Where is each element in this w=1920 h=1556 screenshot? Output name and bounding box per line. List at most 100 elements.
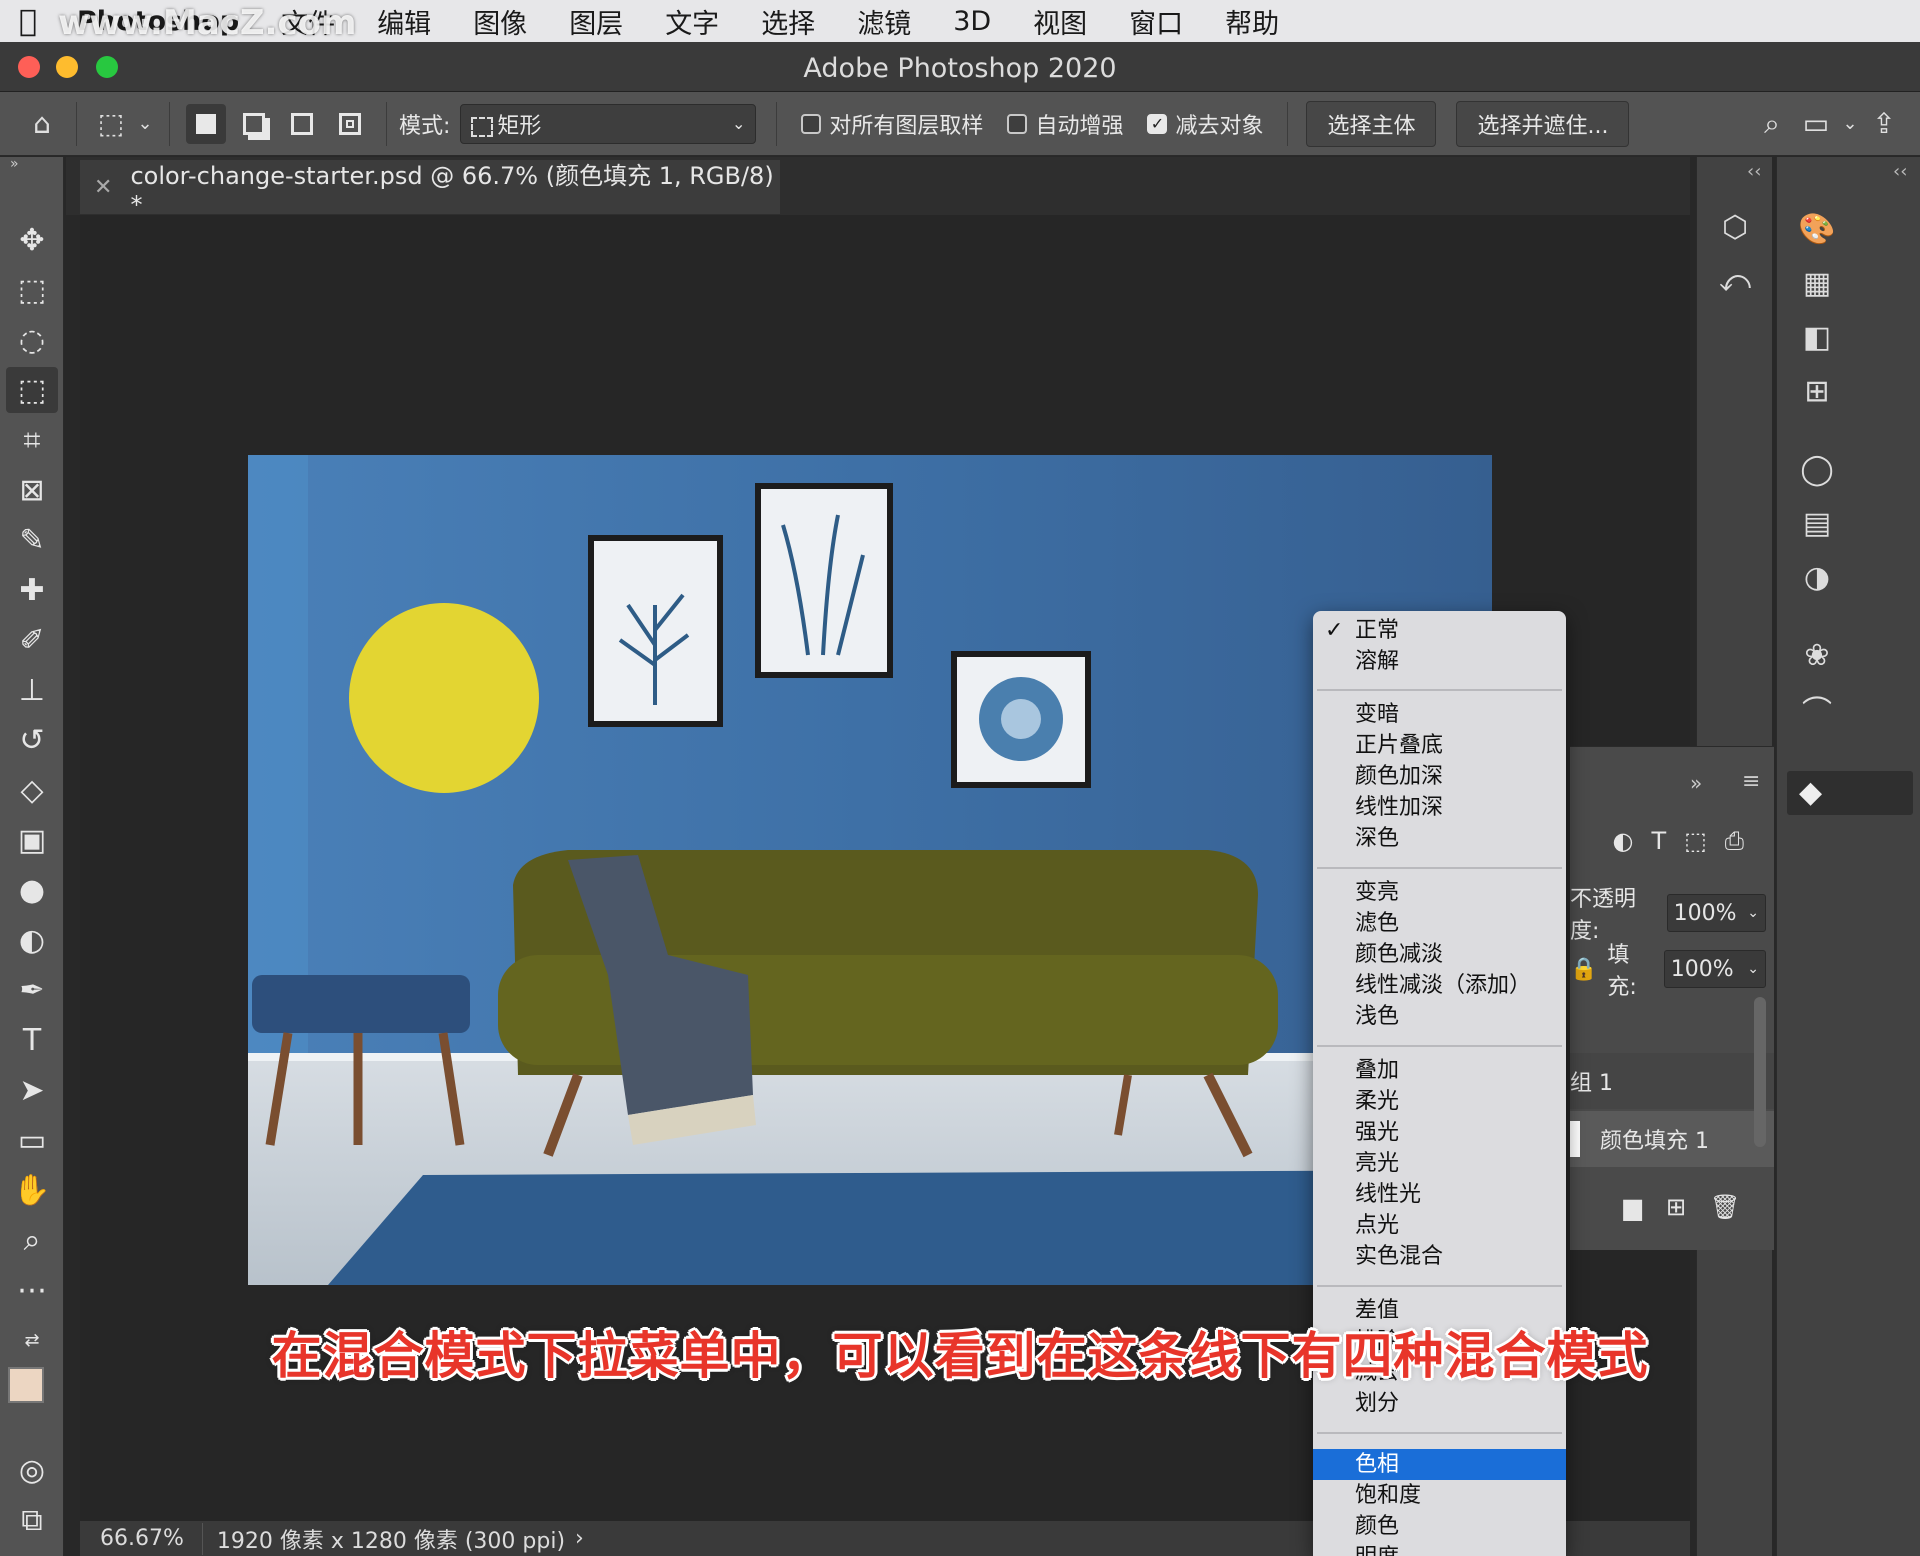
zoom-level[interactable]: 66.67%: [80, 1526, 202, 1551]
rectangle-tool-icon[interactable]: ▭: [6, 1117, 58, 1163]
search-icon[interactable]: ⌕: [1750, 102, 1794, 146]
blend-option-luminosity[interactable]: 明度: [1313, 1542, 1566, 1556]
layer-row-color-fill[interactable]: 颜色填充 1: [1570, 1111, 1774, 1167]
patterns-icon[interactable]: ⊞: [1795, 369, 1839, 413]
blend-option-saturation[interactable]: 饱和度: [1313, 1480, 1566, 1511]
collapse-panel-icon[interactable]: ‹‹: [1893, 161, 1907, 182]
blend-option-normal[interactable]: ✓ 正常: [1313, 615, 1566, 646]
select-subject-button[interactable]: 选择主体: [1306, 100, 1437, 147]
3d-icon[interactable]: ⬡: [1713, 205, 1757, 249]
workspace-icon[interactable]: ▭: [1794, 102, 1838, 146]
layer-row-group[interactable]: 组 1: [1570, 1053, 1774, 1109]
new-selection-icon[interactable]: [186, 103, 226, 144]
quick-mask-icon[interactable]: ◎: [6, 1447, 58, 1493]
menu-layer[interactable]: 图层: [548, 2, 644, 41]
new-layer-icon[interactable]: ⊞: [1666, 1193, 1686, 1221]
more-tools-icon[interactable]: ⋯: [6, 1267, 58, 1313]
expand-panel-icon[interactable]: »: [0, 157, 63, 171]
filter-type-icon[interactable]: T: [1651, 827, 1666, 855]
zoom-tool-icon[interactable]: ⌕: [6, 1217, 58, 1263]
lasso-tool-icon[interactable]: ◌: [6, 317, 58, 363]
dodge-tool-icon[interactable]: ◐: [6, 917, 58, 963]
blend-option-hard-light[interactable]: 强光: [1313, 1117, 1566, 1148]
frame-tool-icon[interactable]: ⊠: [6, 467, 58, 513]
blend-option-multiply[interactable]: 正片叠底: [1313, 730, 1566, 761]
sample-all-layers-checkbox[interactable]: 对所有图层取样: [801, 108, 983, 140]
auto-enhance-checkbox[interactable]: 自动增强: [1007, 108, 1123, 140]
filter-shape-icon[interactable]: ⬚: [1684, 827, 1707, 855]
blend-option-divide[interactable]: 划分: [1313, 1388, 1566, 1419]
color-palette-icon[interactable]: 🎨: [1795, 207, 1839, 251]
eraser-tool-icon[interactable]: ◇: [6, 767, 58, 813]
blend-option-darken[interactable]: 变暗: [1313, 699, 1566, 730]
menu-edit[interactable]: 编辑: [356, 2, 452, 41]
intersect-selection-icon[interactable]: [330, 104, 370, 144]
pen-tool-icon[interactable]: ✒: [6, 967, 58, 1013]
marquee-tool-icon[interactable]: ⬚: [6, 267, 58, 313]
mode-dropdown[interactable]: 矩形 ⌄: [460, 103, 757, 144]
chevron-right-icon[interactable]: ›: [575, 1526, 584, 1551]
object-selection-tool-icon[interactable]: ⬚: [6, 367, 58, 413]
blend-option-linear-burn[interactable]: 线性加深: [1313, 792, 1566, 823]
blend-option-screen[interactable]: 滤色: [1313, 908, 1566, 939]
filter-smart-object-icon[interactable]: ⎙: [1725, 827, 1744, 855]
filter-adjustment-icon[interactable]: ◐: [1612, 827, 1633, 855]
channels-icon[interactable]: ❀: [1795, 633, 1839, 677]
blend-option-linear-light[interactable]: 线性光: [1313, 1179, 1566, 1210]
subtract-object-checkbox[interactable]: ✓ 减去对象: [1147, 108, 1263, 140]
learn-lightbulb-icon[interactable]: ◯: [1795, 447, 1839, 491]
blur-tool-icon[interactable]: ●: [6, 867, 58, 913]
menu-type[interactable]: 文字: [644, 2, 740, 41]
apple-menu-icon[interactable]: : [0, 4, 56, 39]
fill-field[interactable]: 100% ⌄: [1663, 950, 1766, 988]
gradients-icon[interactable]: ◧: [1795, 315, 1839, 359]
new-group-folder-icon[interactable]: ▆: [1623, 1193, 1641, 1221]
blend-option-lighter-color[interactable]: 浅色: [1313, 1001, 1566, 1032]
menu-window[interactable]: 窗口: [1108, 2, 1204, 41]
screen-mode-icon[interactable]: ⧉: [6, 1497, 58, 1543]
opacity-field[interactable]: 100% ⌄: [1666, 894, 1766, 932]
libraries-icon[interactable]: ▤: [1795, 501, 1839, 545]
blend-option-color-dodge[interactable]: 颜色减淡: [1313, 939, 1566, 970]
menu-select[interactable]: 选择: [740, 2, 836, 41]
move-tool-icon[interactable]: ✥: [6, 217, 58, 263]
healing-brush-tool-icon[interactable]: ✚: [6, 567, 58, 613]
paths-icon[interactable]: ⌒: [1795, 687, 1839, 731]
panel-menu-icon[interactable]: ≡: [1742, 769, 1760, 794]
blend-option-overlay[interactable]: 叠加: [1313, 1055, 1566, 1086]
menu-image[interactable]: 图像: [452, 2, 548, 41]
blend-option-vivid-light[interactable]: 亮光: [1313, 1148, 1566, 1179]
home-icon[interactable]: ⌂: [20, 102, 64, 146]
blend-option-dissolve[interactable]: 溶解: [1313, 646, 1566, 677]
add-to-selection-icon[interactable]: [234, 104, 274, 144]
crop-tool-icon[interactable]: ⌗: [6, 417, 58, 463]
document-tab[interactable]: ✕ color-change-starter.psd @ 66.7% (颜色填充…: [80, 160, 780, 219]
hand-tool-icon[interactable]: ✋: [6, 1167, 58, 1213]
history-icon[interactable]: ⤺: [1713, 259, 1757, 303]
chevron-down-icon[interactable]: ⌄: [1838, 102, 1862, 146]
eyedropper-tool-icon[interactable]: ✎: [6, 517, 58, 563]
document-info[interactable]: 1920 像素 x 1280 像素 (300 ppi): [201, 1522, 565, 1555]
clone-stamp-tool-icon[interactable]: ⊥: [6, 667, 58, 713]
layers-panel-tab[interactable]: ◆: [1787, 771, 1913, 815]
menu-filter[interactable]: 滤镜: [836, 2, 932, 41]
brush-tool-icon[interactable]: ✐: [6, 617, 58, 663]
path-selection-tool-icon[interactable]: ➤: [6, 1067, 58, 1113]
menu-view[interactable]: 视图: [1012, 2, 1108, 41]
blend-option-soft-light[interactable]: 柔光: [1313, 1086, 1566, 1117]
object-selection-tool-icon[interactable]: ⬚: [89, 102, 133, 146]
gradient-tool-icon[interactable]: ▣: [6, 817, 58, 863]
subtract-from-selection-icon[interactable]: [282, 104, 322, 144]
lock-icon[interactable]: 🔒: [1570, 957, 1597, 982]
delete-layer-trash-icon[interactable]: 🗑: [1710, 1193, 1740, 1221]
blend-option-linear-dodge[interactable]: 线性减淡（添加）: [1313, 970, 1566, 1001]
menu-3d[interactable]: 3D: [932, 6, 1012, 37]
collapse-panel-icon[interactable]: ‹‹: [1747, 161, 1761, 182]
swatches-grid-icon[interactable]: ▦: [1795, 261, 1839, 305]
blend-option-hue[interactable]: 色相: [1313, 1449, 1566, 1480]
share-icon[interactable]: ⇪: [1862, 102, 1906, 146]
blend-option-pin-light[interactable]: 点光: [1313, 1210, 1566, 1241]
close-tab-icon[interactable]: ✕: [94, 175, 112, 200]
history-brush-tool-icon[interactable]: ↺: [6, 717, 58, 763]
blend-option-hard-mix[interactable]: 实色混合: [1313, 1241, 1566, 1272]
